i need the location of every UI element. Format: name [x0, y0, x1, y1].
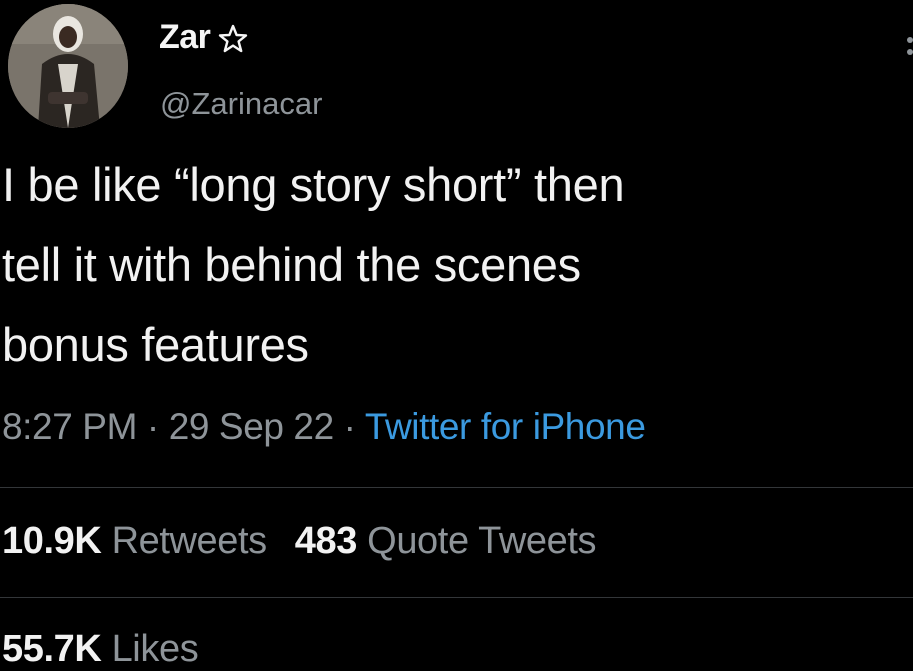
tweet-meta: 8:27 PM · 29 Sep 22 · Twitter for iPhone [2, 406, 646, 448]
tweet-date[interactable]: 29 Sep 22 [169, 406, 335, 447]
retweets-count: 10.9K [2, 520, 102, 562]
tweet-source-link[interactable]: Twitter for iPhone [365, 406, 646, 447]
likes-stat[interactable]: 55.7K Likes [2, 628, 199, 670]
divider [0, 487, 913, 488]
quote-tweets-label: Quote Tweets [367, 520, 597, 562]
likes-count: 55.7K [2, 628, 102, 670]
meta-separator: · [333, 406, 365, 447]
display-name-text: Zar [159, 18, 211, 56]
avatar[interactable] [8, 4, 128, 128]
retweets-label: Retweets [111, 520, 268, 562]
tweet-text: I be like “long story short” then tell i… [2, 158, 625, 371]
likes-stats-row: 55.7K Likes [2, 628, 199, 671]
avatar-image [8, 4, 128, 128]
star-outline-icon [219, 24, 248, 52]
divider [0, 597, 913, 598]
retweets-stat[interactable]: 10.9K Retweets [2, 520, 267, 562]
user-handle[interactable]: @Zarinacar [160, 86, 322, 122]
quote-tweets-count: 483 [294, 520, 358, 562]
likes-label: Likes [111, 628, 199, 670]
display-name[interactable]: Zar [159, 18, 248, 57]
meta-separator: · [137, 406, 169, 447]
tweet-time[interactable]: 8:27 PM [2, 406, 137, 447]
more-options-icon[interactable] [904, 34, 913, 74]
retweet-stats-row: 10.9K Retweets 483 Quote Tweets [2, 520, 597, 563]
tweet-card: Zar @Zarinacar I be like “long story sho… [0, 0, 913, 671]
quote-tweets-stat[interactable]: 483 Quote Tweets [294, 520, 597, 562]
